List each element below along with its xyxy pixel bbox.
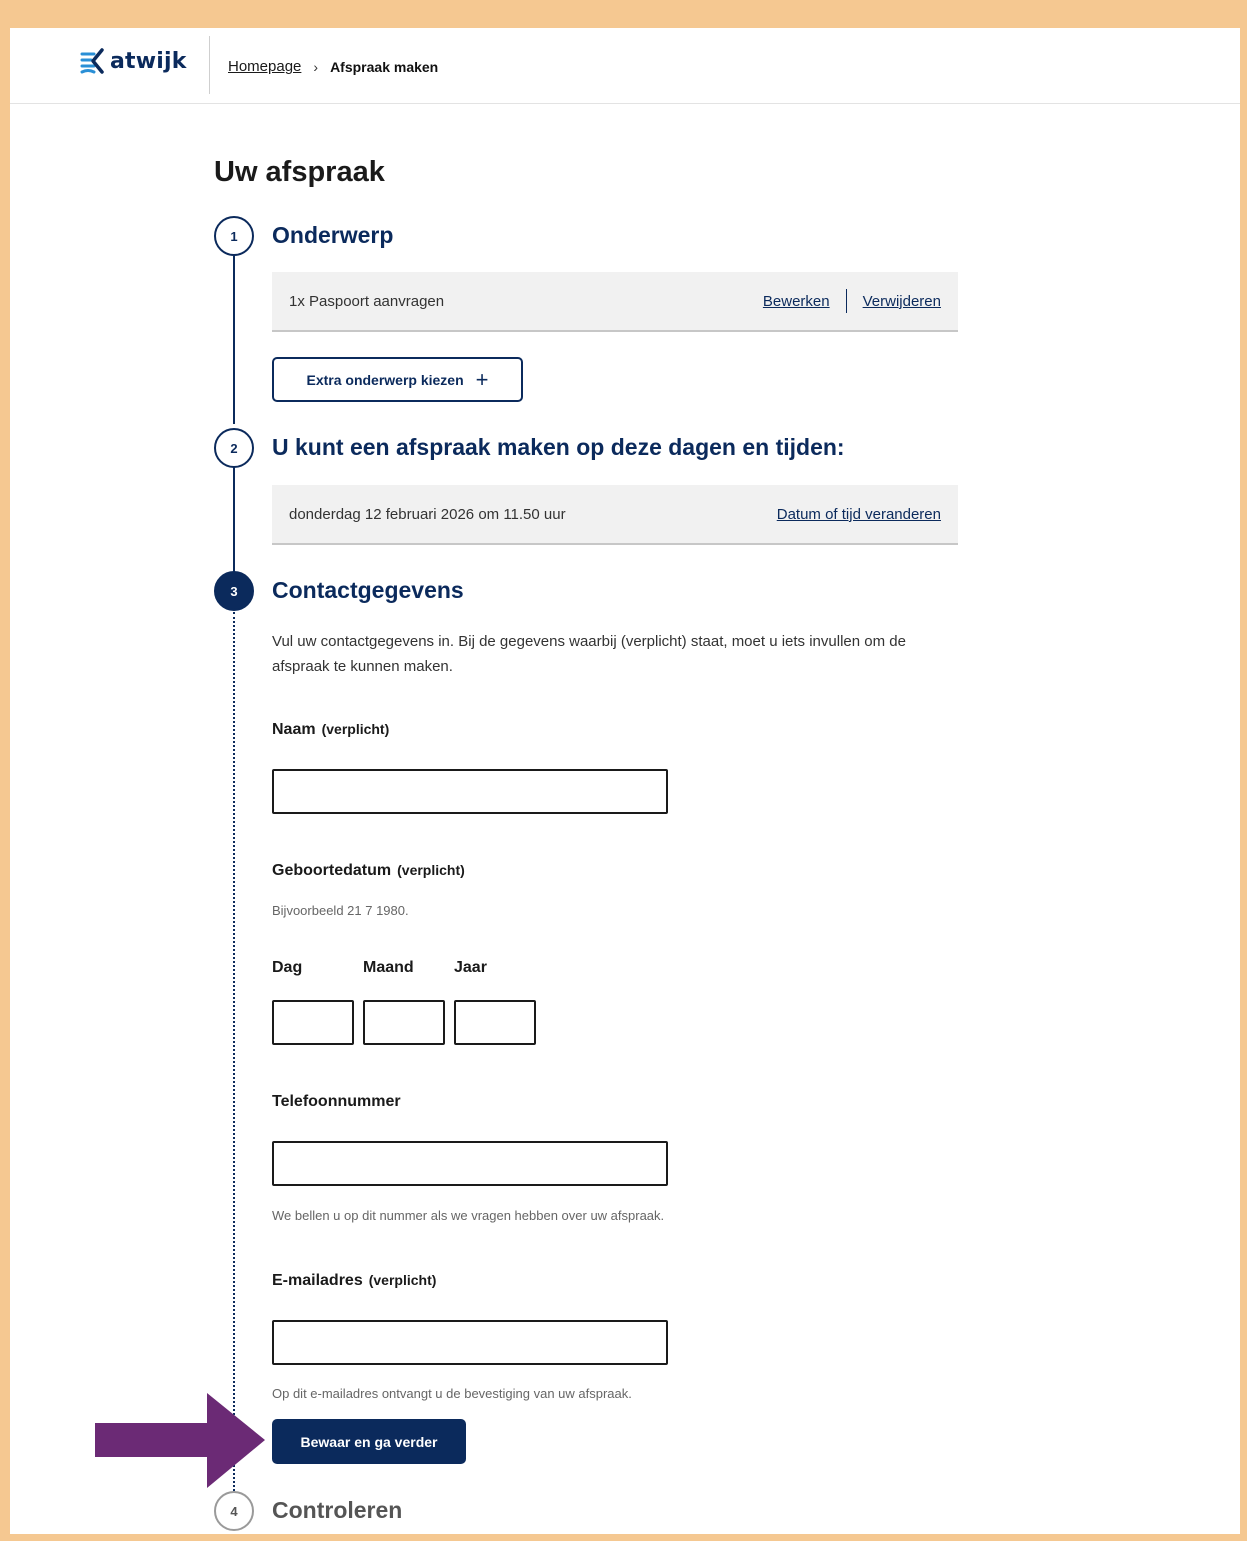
appointment-datetime: donderdag 12 februari 2026 om 11.50 uur: [289, 505, 566, 523]
remove-subject-link[interactable]: Verwijderen: [863, 293, 941, 310]
email-label-text: E-mailadres: [272, 1272, 363, 1289]
step-1-number: 1: [214, 216, 254, 256]
contact-intro: Vul uw contactgegevens in. Bij de gegeve…: [272, 633, 906, 675]
day-label: Dag: [272, 959, 303, 976]
name-input[interactable]: [272, 769, 668, 814]
phone-label-text: Telefoonnummer: [272, 1093, 401, 1110]
step-2-number: 2: [214, 428, 254, 468]
step-3-title: Contactgegevens: [272, 577, 464, 603]
page-title: Uw afspraak: [214, 156, 385, 188]
step-connector-2-3: [233, 466, 235, 576]
edit-subject-link[interactable]: Bewerken: [763, 293, 830, 310]
step-2-title: U kunt een afspraak maken op deze dagen …: [272, 434, 845, 460]
day-input[interactable]: [272, 1000, 354, 1045]
email-hint: Op dit e-mailadres ontvangt u de bevesti…: [272, 1386, 632, 1401]
step-4-number: 4: [214, 1491, 254, 1531]
email-input[interactable]: [272, 1320, 668, 1365]
phone-input[interactable]: [272, 1141, 668, 1186]
add-subject-button[interactable]: Extra onderwerp kiezen +: [272, 357, 523, 402]
required-tag: (verplicht): [321, 721, 390, 737]
birthdate-label-text: Geboortedatum: [272, 862, 392, 879]
required-tag: (verplicht): [368, 1272, 437, 1288]
breadcrumb-home-link[interactable]: Homepage: [228, 58, 301, 75]
step-4-title: Controleren: [272, 1497, 403, 1523]
save-continue-button[interactable]: Bewaar en ga verder: [272, 1419, 466, 1464]
subject-row: 1x Paspoort aanvragen Bewerken Verwijder…: [272, 272, 958, 332]
appointment-row: donderdag 12 februari 2026 om 11.50 uur …: [272, 485, 958, 545]
add-subject-label: Extra onderwerp kiezen: [306, 371, 464, 388]
name-label: Naam (verplicht): [272, 721, 389, 739]
step-connector-3-4: [233, 612, 235, 1491]
chevron-right-icon: ›: [313, 58, 319, 75]
required-tag: (verplicht): [397, 862, 465, 878]
site-header: atwijk Homepage › Afspraak maken: [10, 28, 1240, 104]
birthdate-label: Geboortedatum (verplicht): [272, 862, 465, 880]
step-connector-1-2: [233, 254, 235, 424]
appointment-actions: Datum of tijd veranderen: [777, 506, 941, 523]
logo-text: atwijk: [110, 48, 187, 74]
header-divider: [209, 36, 210, 94]
action-divider: [845, 289, 847, 313]
year-input[interactable]: [454, 1000, 536, 1045]
subject-item-text: 1x Paspoort aanvragen: [289, 292, 445, 310]
phone-label: Telefoonnummer: [272, 1093, 401, 1111]
arrow-right-icon: [95, 1393, 265, 1488]
subject-actions: Bewerken Verwijderen: [763, 289, 941, 313]
waves-logo-icon: [80, 48, 104, 74]
browser-viewport: atwijk Homepage › Afspraak maken Uw afsp…: [10, 28, 1240, 1534]
month-input[interactable]: [363, 1000, 445, 1045]
breadcrumb-current: Afspraak maken: [330, 58, 439, 75]
phone-hint: We bellen u op dit nummer als we vragen …: [272, 1208, 665, 1223]
plus-icon: +: [475, 366, 489, 392]
birthdate-hint: Bijvoorbeeld 21 7 1980.: [272, 903, 409, 918]
step-3-number: 3: [214, 571, 254, 611]
month-label: Maand: [363, 959, 414, 976]
site-logo[interactable]: atwijk: [80, 44, 187, 78]
breadcrumb: Homepage › Afspraak maken: [228, 58, 438, 75]
change-datetime-link[interactable]: Datum of tijd veranderen: [777, 506, 941, 523]
step-1-title: Onderwerp: [272, 222, 394, 248]
email-label: E-mailadres (verplicht): [272, 1272, 436, 1290]
year-label: Jaar: [454, 959, 487, 976]
name-label-text: Naam: [272, 721, 316, 738]
